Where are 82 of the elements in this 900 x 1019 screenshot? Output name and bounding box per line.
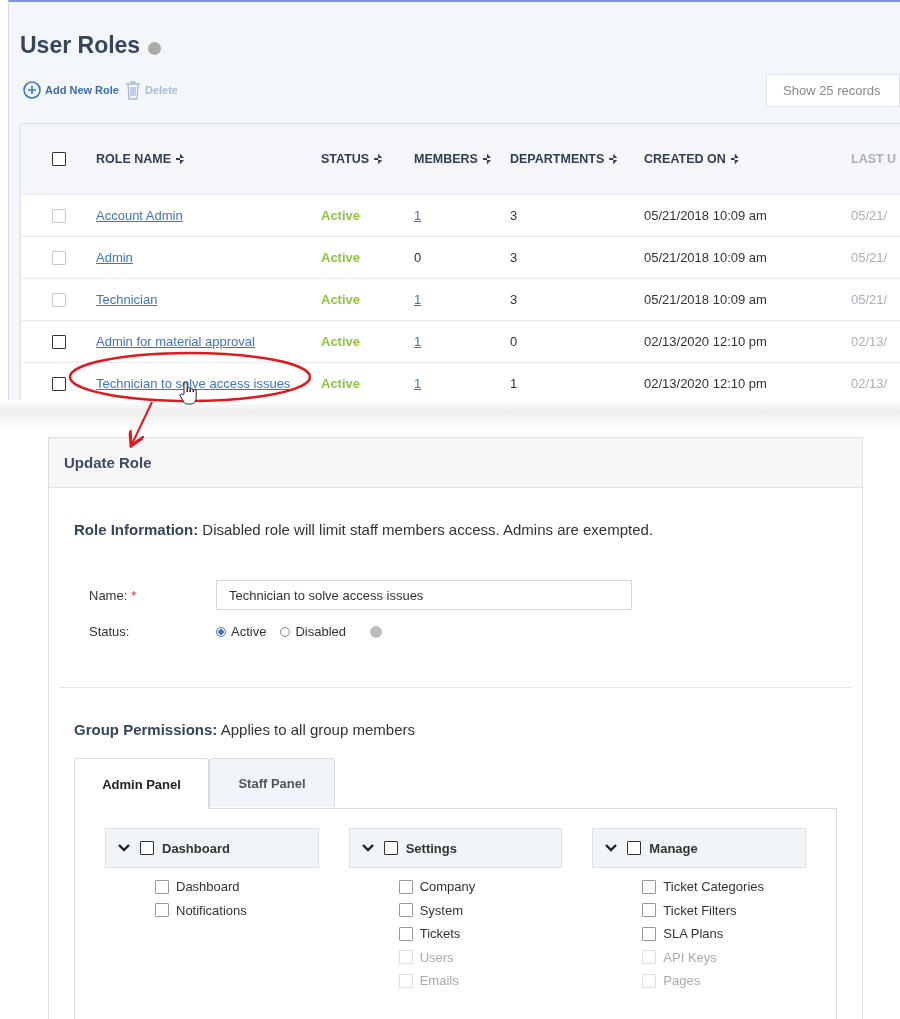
group-checkbox[interactable] (627, 841, 642, 855)
page-title: User Roles (20, 32, 141, 59)
members-link[interactable]: 1 (414, 334, 422, 349)
column-header: LAST U (851, 152, 897, 166)
column-header[interactable]: CREATED ON (644, 152, 726, 166)
role-information-text: Role Information: Disabled role will limit staff members access. Admins are exempted. (74, 521, 655, 538)
permission-label: System (419, 902, 463, 918)
role-name-link[interactable]: Technician to solve access issues (96, 376, 291, 391)
status-radio[interactable]: Disabled (280, 624, 346, 639)
status-label: Status: (89, 624, 130, 639)
permission-label: Tickets (419, 926, 461, 942)
add-new-role-button[interactable]: Add New Role (20, 81, 122, 99)
created-date: 05/21/2018 10:09 am (644, 292, 767, 307)
add-circle-icon (23, 81, 41, 99)
row-checkbox[interactable] (51, 376, 66, 391)
permission-label: Ticket Filters (663, 902, 737, 918)
permission-label: API Keys (663, 949, 717, 965)
departments-count: 1 (510, 376, 518, 391)
permission-label: Notifications (176, 902, 247, 918)
role-name-link[interactable]: Admin for material approval (96, 334, 255, 349)
created-date: 02/13/2020 12:10 pm (644, 334, 767, 349)
table-cell: 02/13/ (851, 376, 888, 391)
column-header[interactable]: DEPARTMENTS (510, 152, 605, 166)
created-date: 05/21/2018 10:09 am (644, 250, 767, 265)
help-icon (148, 42, 162, 55)
created-date: 02/13/2020 12:10 pm (644, 376, 767, 391)
group-header[interactable]: Dashboard (105, 828, 319, 868)
permission-label: Pages (663, 973, 701, 989)
departments-count: 3 (510, 292, 518, 307)
select-all-checkbox[interactable] (51, 152, 66, 166)
column-header[interactable]: ROLE NAME (96, 152, 171, 166)
group-checkbox[interactable] (383, 841, 398, 855)
column-header[interactable]: STATUS (321, 152, 370, 166)
permission-checkbox[interactable] (155, 879, 169, 894)
members-count: 0 (414, 250, 422, 265)
panel-tab[interactable]: Staff Panel (209, 758, 335, 807)
table-cell: 02/13/ (851, 334, 888, 349)
panel-title: Update Role (64, 454, 152, 471)
permission-checkbox[interactable] (642, 903, 657, 918)
departments-count: 0 (510, 334, 518, 349)
status-radio[interactable]: Active (216, 624, 267, 639)
permission-checkbox[interactable] (398, 903, 413, 918)
status-text: Active (321, 250, 361, 265)
column-header[interactable]: MEMBERS (414, 152, 478, 166)
permission-label: Company (419, 879, 476, 895)
records-dropdown[interactable]: Show 25 records (766, 73, 900, 107)
group-permissions-text: Group Permissions: Applies to all group members (74, 721, 416, 738)
panel-tab[interactable]: Admin Panel (74, 758, 209, 809)
permission-checkbox[interactable] (642, 879, 657, 894)
status-text: Active (321, 376, 361, 391)
table-cell: 05/21/ (851, 250, 888, 265)
chevron-icon[interactable] (361, 844, 374, 852)
trash-icon (124, 80, 141, 100)
name-label: Name: (89, 587, 128, 603)
permission-label: SLA Plans (663, 926, 724, 942)
status-text: Active (321, 292, 361, 307)
permission-label: Ticket Categories (663, 879, 764, 895)
row-checkbox[interactable] (51, 334, 66, 349)
group-header[interactable]: Manage (592, 828, 806, 868)
chevron-icon[interactable] (605, 844, 618, 852)
members-link[interactable]: 1 (414, 376, 422, 391)
permission-checkbox[interactable] (398, 926, 413, 941)
permission-checkbox[interactable] (642, 926, 657, 941)
permission-label: Dashboard (176, 879, 240, 895)
table-cell: 05/21/ (851, 208, 888, 223)
departments-count: 3 (510, 208, 518, 223)
status-text: Active (321, 334, 361, 349)
permission-label: Users (419, 949, 454, 965)
help-icon (370, 625, 382, 638)
group-header[interactable]: Settings (348, 828, 563, 868)
permission-label: Emails (419, 973, 459, 989)
name-input[interactable]: Technician to solve access issues (216, 580, 632, 610)
status-text: Active (321, 208, 361, 223)
permission-checkbox[interactable] (155, 903, 169, 918)
permission-checkbox[interactable] (398, 879, 413, 894)
group-checkbox[interactable] (140, 841, 154, 855)
table-cell: 05/21/ (851, 292, 888, 307)
required-mark: * (131, 587, 137, 603)
departments-count: 3 (510, 250, 518, 265)
created-date: 05/21/2018 10:09 am (644, 208, 767, 223)
annotation-arrow (128, 401, 153, 448)
chevron-icon[interactable] (118, 844, 130, 852)
